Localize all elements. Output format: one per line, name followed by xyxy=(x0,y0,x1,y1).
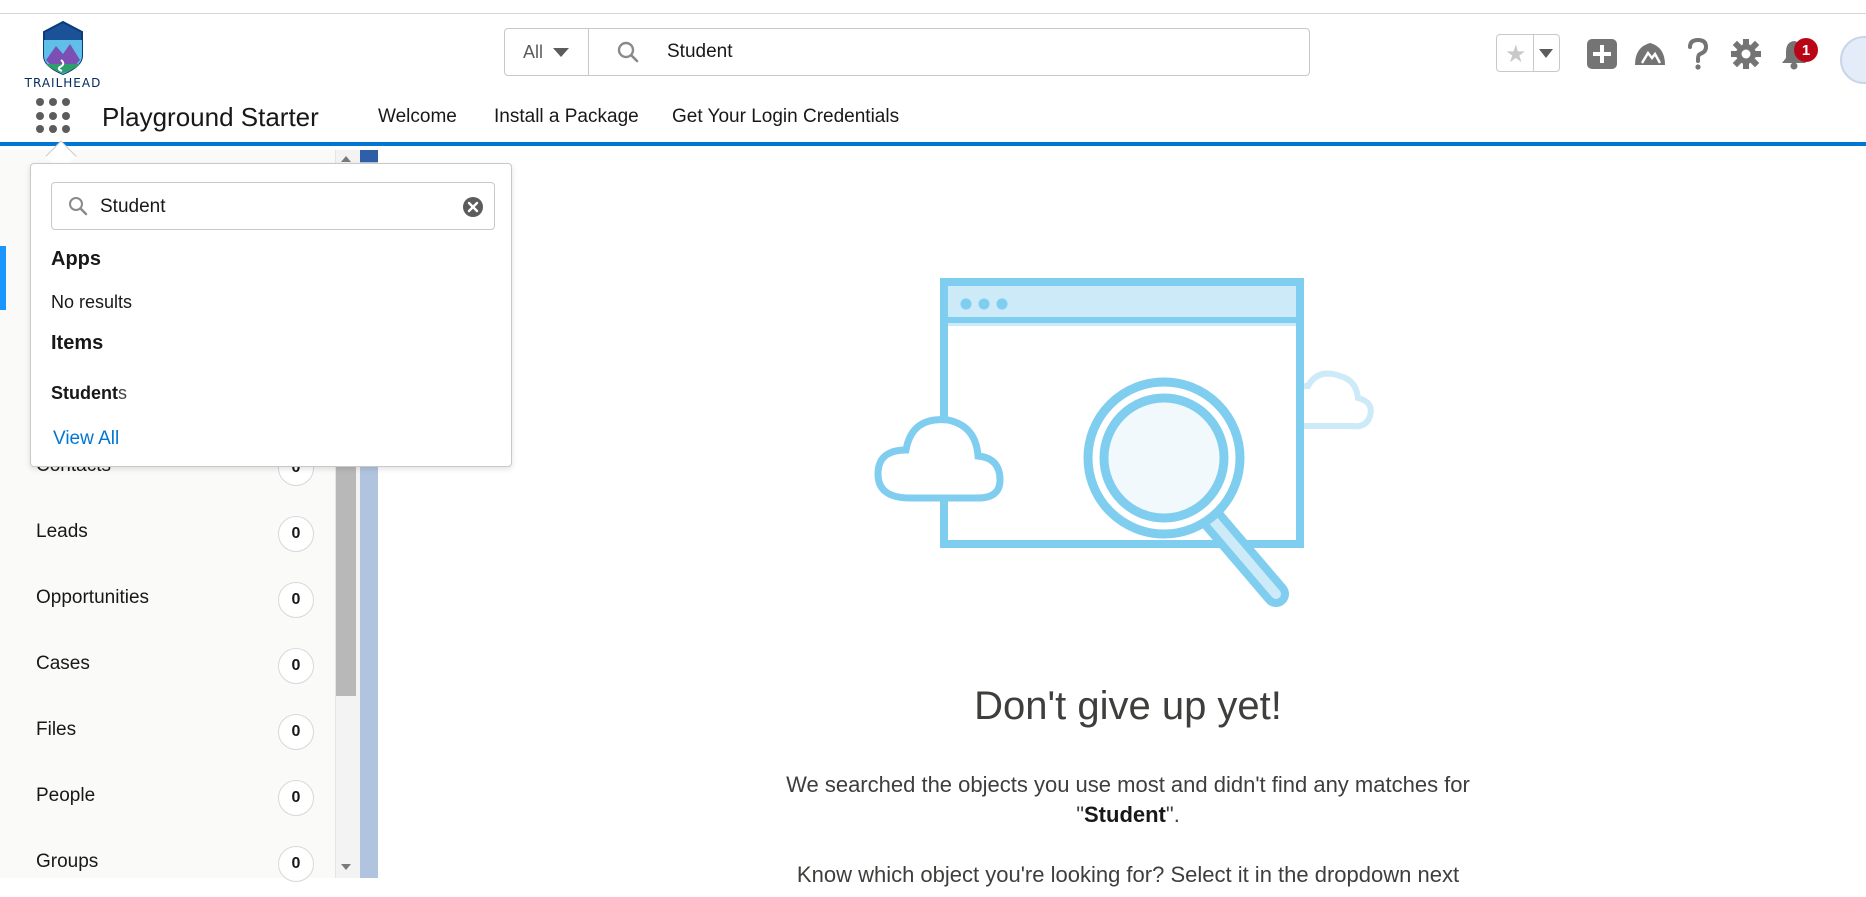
app-launcher-search-input[interactable]: Student xyxy=(100,196,166,218)
empty-state-hint: Know which object you're looking for? Se… xyxy=(796,862,1460,887)
favorites-dropdown-icon[interactable] xyxy=(1539,49,1553,58)
result-count-badge: 0 xyxy=(278,846,314,882)
scroll-up-icon[interactable] xyxy=(341,156,351,162)
panel-divider-cap xyxy=(360,150,378,162)
scroll-down-icon[interactable] xyxy=(341,864,351,870)
item-match-text: Student xyxy=(51,383,118,403)
notification-badge: 1 xyxy=(1794,38,1818,62)
logo-mark-icon xyxy=(43,20,83,76)
help-icon xyxy=(1688,37,1709,70)
item-rest-text: s xyxy=(118,383,127,403)
desc-after: ". xyxy=(1165,802,1180,827)
search-input[interactable]: Student xyxy=(667,41,733,63)
result-count-badge: 0 xyxy=(278,648,314,684)
item-result-students[interactable]: Students xyxy=(51,383,127,404)
view-all-link[interactable]: View All xyxy=(53,428,119,450)
sidebar-item-leads[interactable]: Leads 0 xyxy=(0,501,336,567)
nav-item-install-package[interactable]: Install a Package xyxy=(494,106,639,128)
result-count-badge: 0 xyxy=(278,780,314,816)
apps-heading: Apps xyxy=(51,248,101,270)
app-navigation-bar: Playground Starter Welcome Install a Pac… xyxy=(0,94,1866,146)
app-name: Playground Starter xyxy=(102,102,319,132)
search-results-main: Don't give up yet! We searched the objec… xyxy=(378,150,1866,887)
sidebar-item-label: Cases xyxy=(36,653,90,674)
sidebar-item-label: Opportunities xyxy=(36,587,150,608)
sidebar-item-people[interactable]: People 0 xyxy=(0,765,336,831)
sidebar-item-label: Leads xyxy=(36,521,88,542)
result-count-badge: 0 xyxy=(278,582,314,618)
sidebar-item-label: Files xyxy=(36,719,77,740)
search-icon xyxy=(617,41,639,63)
nav-item-login-credentials[interactable]: Get Your Login Credentials xyxy=(672,106,899,128)
search-icon xyxy=(68,196,88,216)
sidebar-item-label: Groups xyxy=(36,851,99,872)
nav-item-welcome[interactable]: Welcome xyxy=(378,106,457,128)
trailhead-logo[interactable]: TRAILHEAD xyxy=(22,20,104,96)
plus-icon xyxy=(1587,39,1617,69)
app-launcher-popover: Student Apps No results Items Students V… xyxy=(30,163,512,467)
desc-search-term: Student xyxy=(1084,802,1166,827)
global-search[interactable]: All Student xyxy=(504,28,1310,76)
empty-state-title: Don't give up yet! xyxy=(974,684,1282,728)
sidebar-item-cases[interactable]: Cases 0 xyxy=(0,633,336,699)
sidebar-item-opportunities[interactable]: Opportunities 0 xyxy=(0,567,336,633)
help-button[interactable] xyxy=(1678,34,1718,74)
app-launcher-icon[interactable] xyxy=(36,98,72,134)
favorites-divider xyxy=(1533,35,1534,71)
selected-scope-indicator xyxy=(0,246,6,310)
chevron-down-icon xyxy=(553,47,570,57)
result-count-badge: 0 xyxy=(278,714,314,750)
app-launcher-search[interactable]: Student xyxy=(51,182,495,230)
search-scope-label: All xyxy=(523,41,544,62)
trailhead-guidance-button[interactable] xyxy=(1630,34,1670,74)
clear-icon[interactable] xyxy=(462,196,484,218)
setup-button[interactable] xyxy=(1726,34,1766,74)
global-header: TRAILHEAD All Student ★ 1 xyxy=(0,14,1866,94)
result-count-badge: 0 xyxy=(278,516,314,552)
browser-top-strip xyxy=(0,0,1866,14)
trailhead-icon xyxy=(1635,43,1665,65)
global-actions-button[interactable] xyxy=(1582,34,1622,74)
sidebar-item-label: People xyxy=(36,785,96,806)
favorites-button[interactable]: ★ xyxy=(1496,34,1560,72)
star-icon: ★ xyxy=(1505,41,1527,68)
search-scope-dropdown[interactable]: All xyxy=(505,29,589,75)
apps-no-results: No results xyxy=(51,292,133,312)
no-results-illustration xyxy=(874,278,1374,607)
logo-text: TRAILHEAD xyxy=(24,76,102,90)
sidebar-item-groups[interactable]: Groups 0 xyxy=(0,831,336,897)
sidebar-item-files[interactable]: Files 0 xyxy=(0,699,336,765)
empty-state-description: We searched the objects you use most and… xyxy=(738,770,1518,830)
items-heading: Items xyxy=(51,332,104,354)
avatar[interactable] xyxy=(1840,36,1866,84)
gear-icon xyxy=(1731,39,1761,69)
